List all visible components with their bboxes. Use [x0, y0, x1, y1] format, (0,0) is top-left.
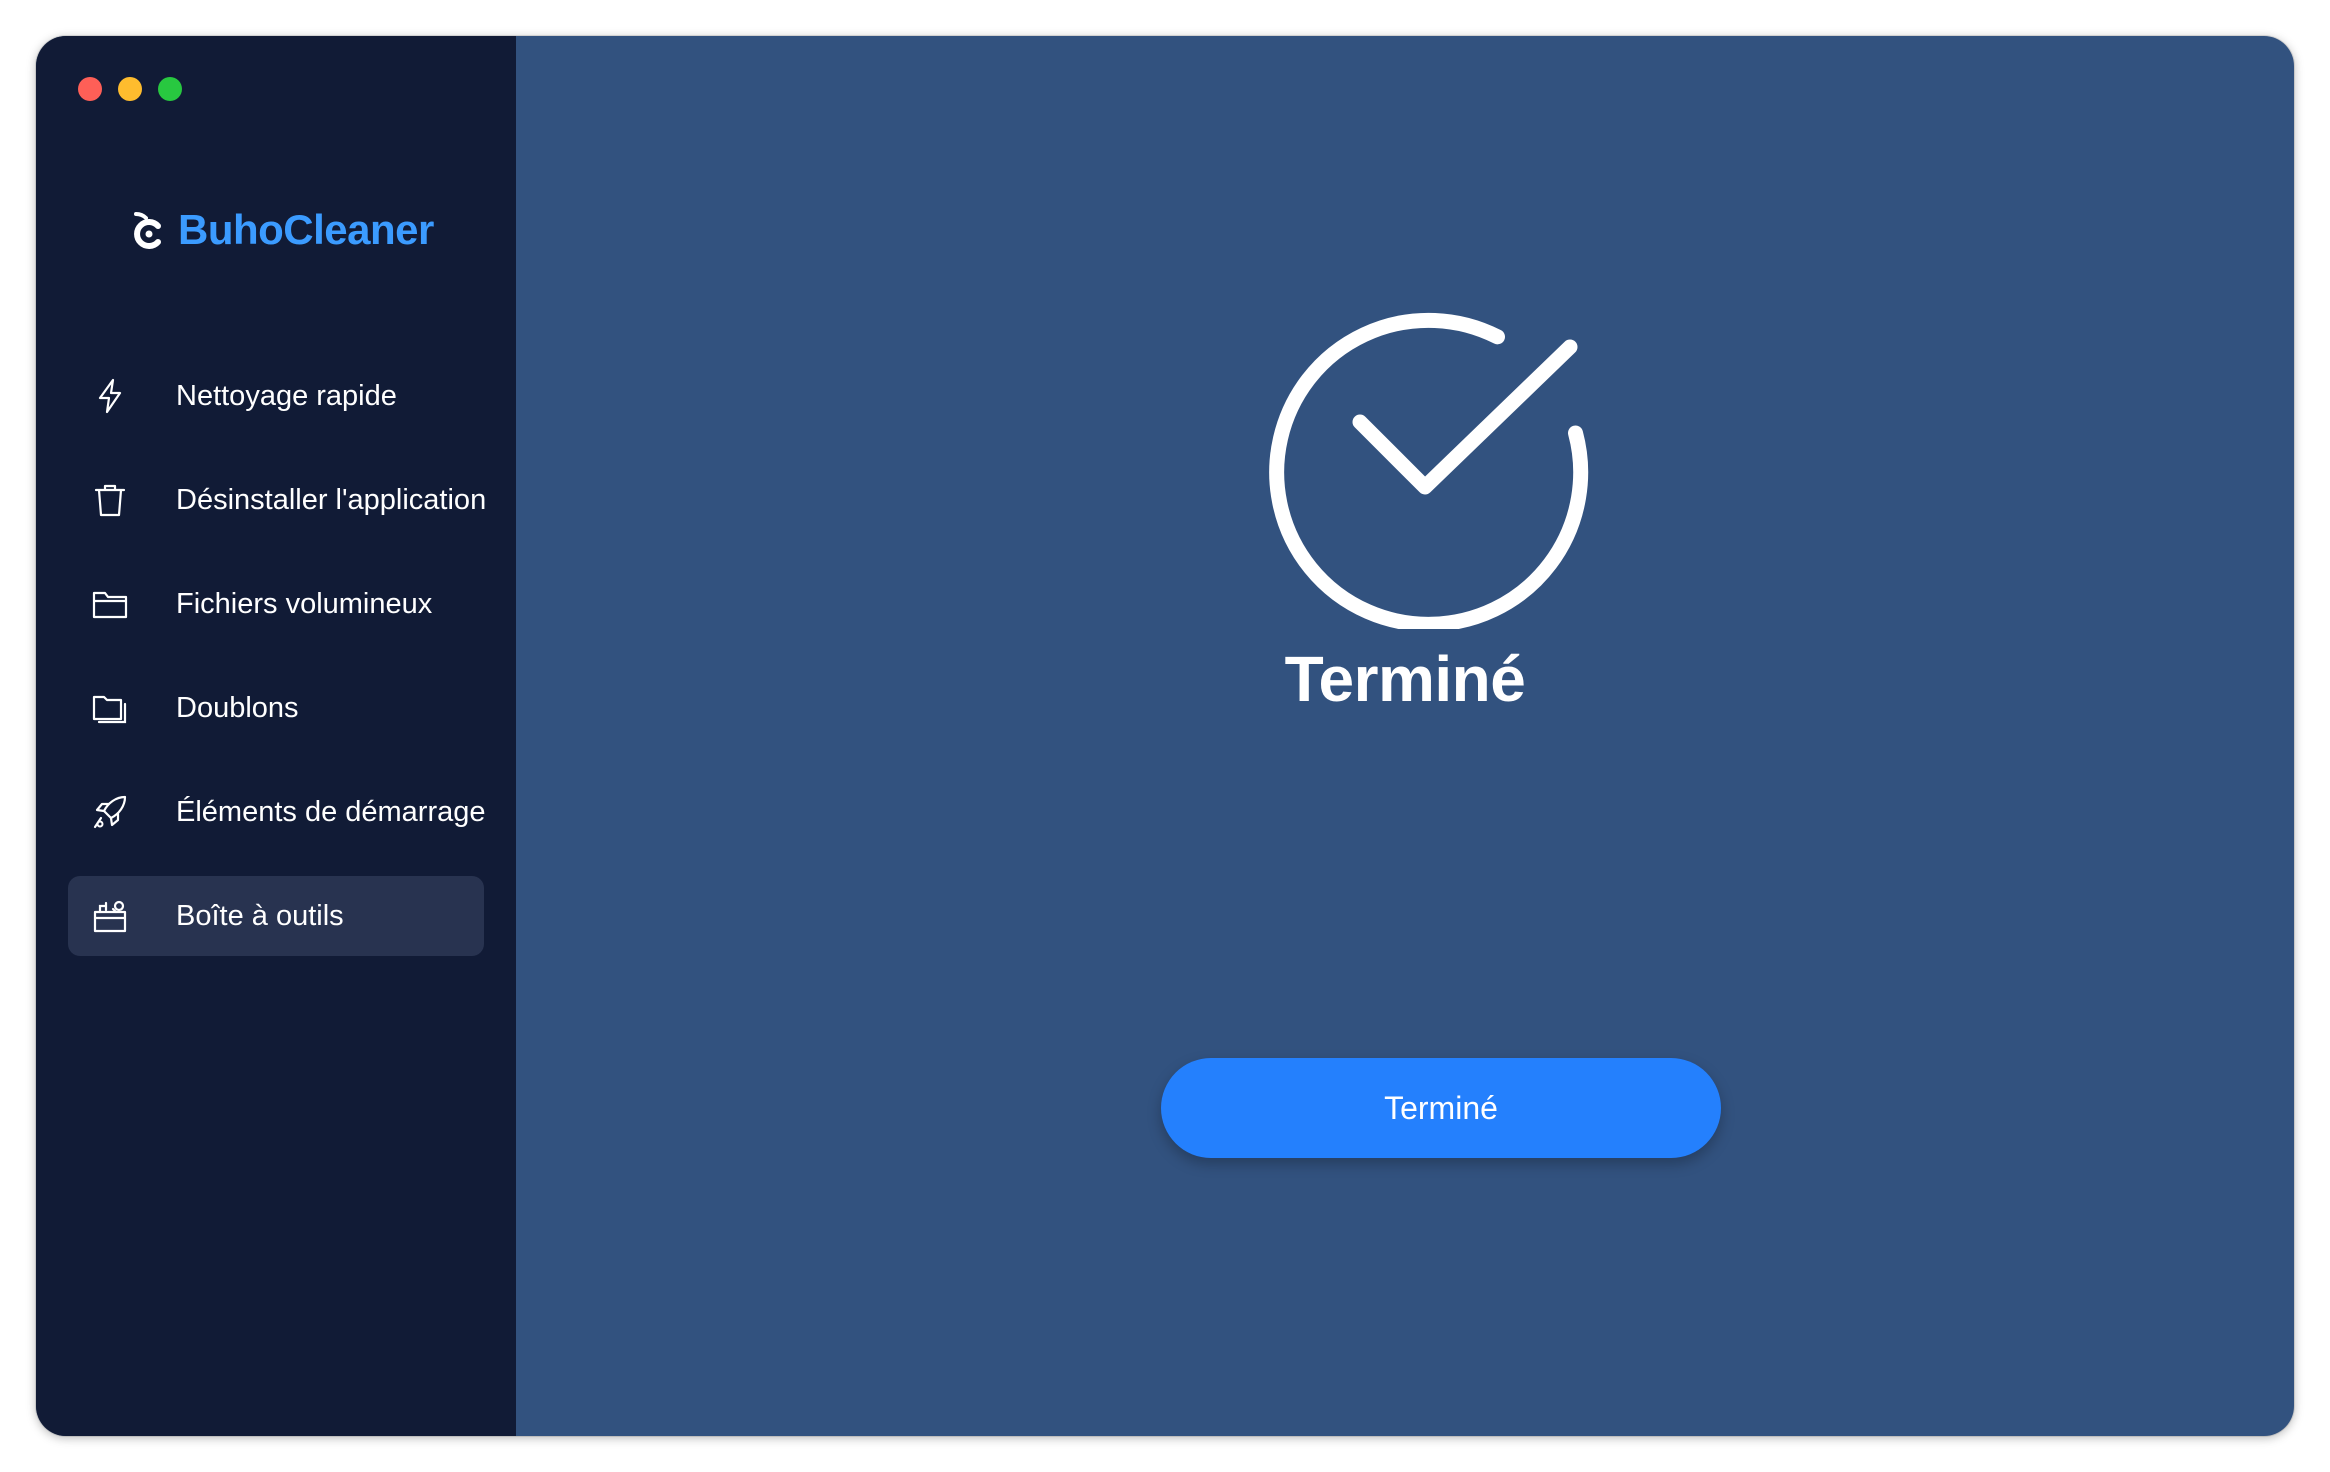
- close-window-button[interactable]: [78, 77, 102, 101]
- buho-owl-logo-icon: [130, 210, 166, 250]
- page: BuhoCleaner Nettoyage rapide Désinstalle…: [0, 0, 2330, 1472]
- sidebar: BuhoCleaner Nettoyage rapide Désinstalle…: [36, 36, 516, 1436]
- done-button[interactable]: Terminé: [1161, 1058, 1721, 1158]
- sidebar-item-desinstaller[interactable]: Désinstaller l'application: [68, 460, 487, 540]
- sidebar-item-label: Désinstaller l'application: [176, 483, 487, 516]
- main-content: Terminé Terminé: [516, 36, 2294, 1436]
- checkmark-circle-icon: [1268, 299, 1598, 629]
- sidebar-item-nettoyage-rapide[interactable]: Nettoyage rapide: [68, 356, 484, 436]
- lightning-icon: [92, 378, 128, 414]
- sidebar-item-label: Doublons: [176, 691, 299, 724]
- duplicate-folder-icon: [92, 690, 128, 726]
- app-window: BuhoCleaner Nettoyage rapide Désinstalle…: [36, 36, 2294, 1436]
- sidebar-item-boite-a-outils[interactable]: Boîte à outils: [68, 876, 484, 956]
- maximize-window-button[interactable]: [158, 77, 182, 101]
- sidebar-item-doublons[interactable]: Doublons: [68, 668, 484, 748]
- minimize-window-button[interactable]: [118, 77, 142, 101]
- window-controls: [78, 77, 182, 101]
- sidebar-item-label: Éléments de démarrage: [176, 795, 486, 828]
- trash-icon: [92, 482, 128, 518]
- sidebar-item-fichiers-volumineux[interactable]: Fichiers volumineux: [68, 564, 484, 644]
- folder-icon: [92, 586, 128, 622]
- status-title: Terminé: [1284, 643, 1526, 715]
- app-logo: BuhoCleaner: [130, 206, 434, 254]
- rocket-icon: [92, 794, 128, 830]
- toolbox-icon: [92, 898, 128, 934]
- sidebar-item-label: Fichiers volumineux: [176, 587, 433, 620]
- sidebar-item-label: Boîte à outils: [176, 899, 344, 932]
- sidebar-nav: Nettoyage rapide Désinstaller l'applicat…: [68, 356, 487, 980]
- app-name: BuhoCleaner: [178, 206, 434, 253]
- sidebar-item-label: Nettoyage rapide: [176, 379, 397, 412]
- sidebar-item-elements-de-demarrage[interactable]: Éléments de démarrage: [68, 772, 486, 852]
